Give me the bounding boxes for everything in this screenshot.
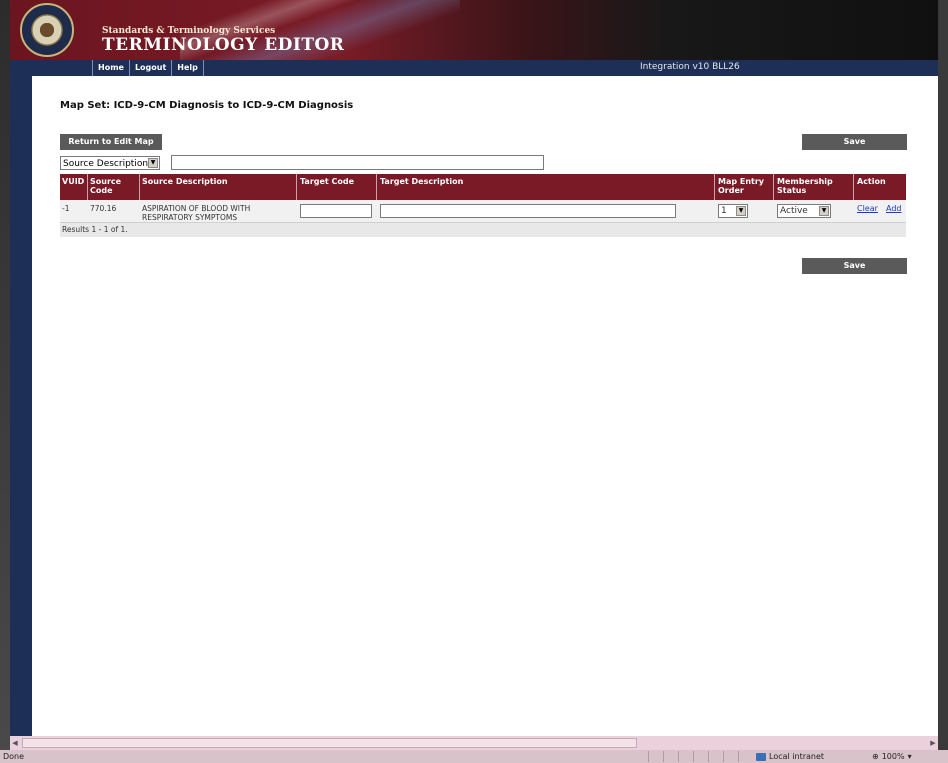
header-banner: Standards & Terminology Services TERMINO… [10,0,948,60]
col-target-code: Target Code [300,177,355,186]
page-title: Map Set: ICD-9-CM Diagnosis to ICD-9-CM … [60,100,354,111]
filter-field-value: Source Description [63,159,149,169]
map-entries-table: VUID Source Code Source Description Targ… [60,174,906,237]
target-code-input[interactable] [300,204,372,218]
membership-status-select[interactable]: Active ▼ [777,204,831,218]
dropdown-arrow-icon[interactable]: ▼ [148,158,158,168]
map-entry-order-value: 1 [721,206,727,216]
app-title: TERMINOLOGY EDITOR [102,35,345,55]
map-entry-order-select[interactable]: 1 ▼ [718,204,748,218]
browser-status-bar: Done Local intranet ⊕ 100% ▾ [0,750,948,763]
intranet-icon [756,752,766,761]
zoom-level: 100% [881,752,905,761]
scrollbar-thumb[interactable] [22,738,637,748]
col-source-description: Source Description [142,177,228,186]
nav-links: Home Logout Help [92,60,204,76]
dropdown-arrow-icon[interactable]: ▼ [819,206,829,216]
status-text: Done [3,752,25,761]
zone-label: Local intranet [769,752,825,761]
col-target-description: Target Description [380,177,464,186]
add-link[interactable]: Add [886,204,902,213]
col-source-code: Source Code [90,177,122,195]
main-content: Map Set: ICD-9-CM Diagnosis to ICD-9-CM … [32,76,938,736]
window-left-edge [0,0,10,763]
return-to-map-set-button[interactable]: Return to Edit Map Set [60,134,162,162]
chevron-down-icon[interactable]: ▾ [908,752,912,761]
cell-source-description: ASPIRATION OF BLOOD WITH RESPIRATORY SYM… [142,204,251,222]
results-summary: Results 1 - 1 of 1. [60,222,906,237]
col-map-entry-order: Map Entry Order [718,177,765,195]
horizontal-scrollbar[interactable]: ◀ ▶ [10,736,938,750]
table-header: VUID Source Code Source Description Targ… [60,174,906,200]
col-vuid: VUID [62,177,85,186]
membership-status-value: Active [780,206,808,216]
status-panels [648,751,753,762]
nav-help-link[interactable]: Help [171,60,204,76]
scroll-right-icon[interactable]: ▶ [928,738,938,748]
va-seal-logo [20,3,74,57]
zoom-icon: ⊕ [872,752,879,761]
left-margin-panel [10,76,32,736]
col-membership-status: Membership Status [777,177,833,195]
save-button-bottom[interactable]: Save [802,258,907,274]
browser-window: Standards & Terminology Services TERMINO… [0,0,948,763]
dropdown-arrow-icon[interactable]: ▼ [736,206,746,216]
scroll-left-icon[interactable]: ◀ [10,738,20,748]
nav-home-link[interactable]: Home [92,60,129,76]
cell-vuid: -1 [62,204,70,213]
target-description-input[interactable] [380,204,676,218]
cell-source-code: 770.16 [90,204,117,213]
save-button-top[interactable]: Save [802,134,907,150]
clear-link[interactable]: Clear [857,204,878,213]
nav-bar: Home Logout Help Integration v10 BLL26 [10,60,948,76]
nav-logout-link[interactable]: Logout [128,60,171,76]
col-action: Action [857,177,886,186]
zoom-control[interactable]: ⊕ 100% ▾ [872,752,912,761]
environment-label: Integration v10 BLL26 [640,62,740,72]
filter-text-input[interactable] [171,155,544,170]
table-row: -1 770.16 ASPIRATION OF BLOOD WITH RESPI… [60,200,906,222]
window-right-edge [938,0,948,763]
security-zone: Local intranet [756,752,824,761]
filter-field-select[interactable]: Source Description ▼ [60,156,160,170]
